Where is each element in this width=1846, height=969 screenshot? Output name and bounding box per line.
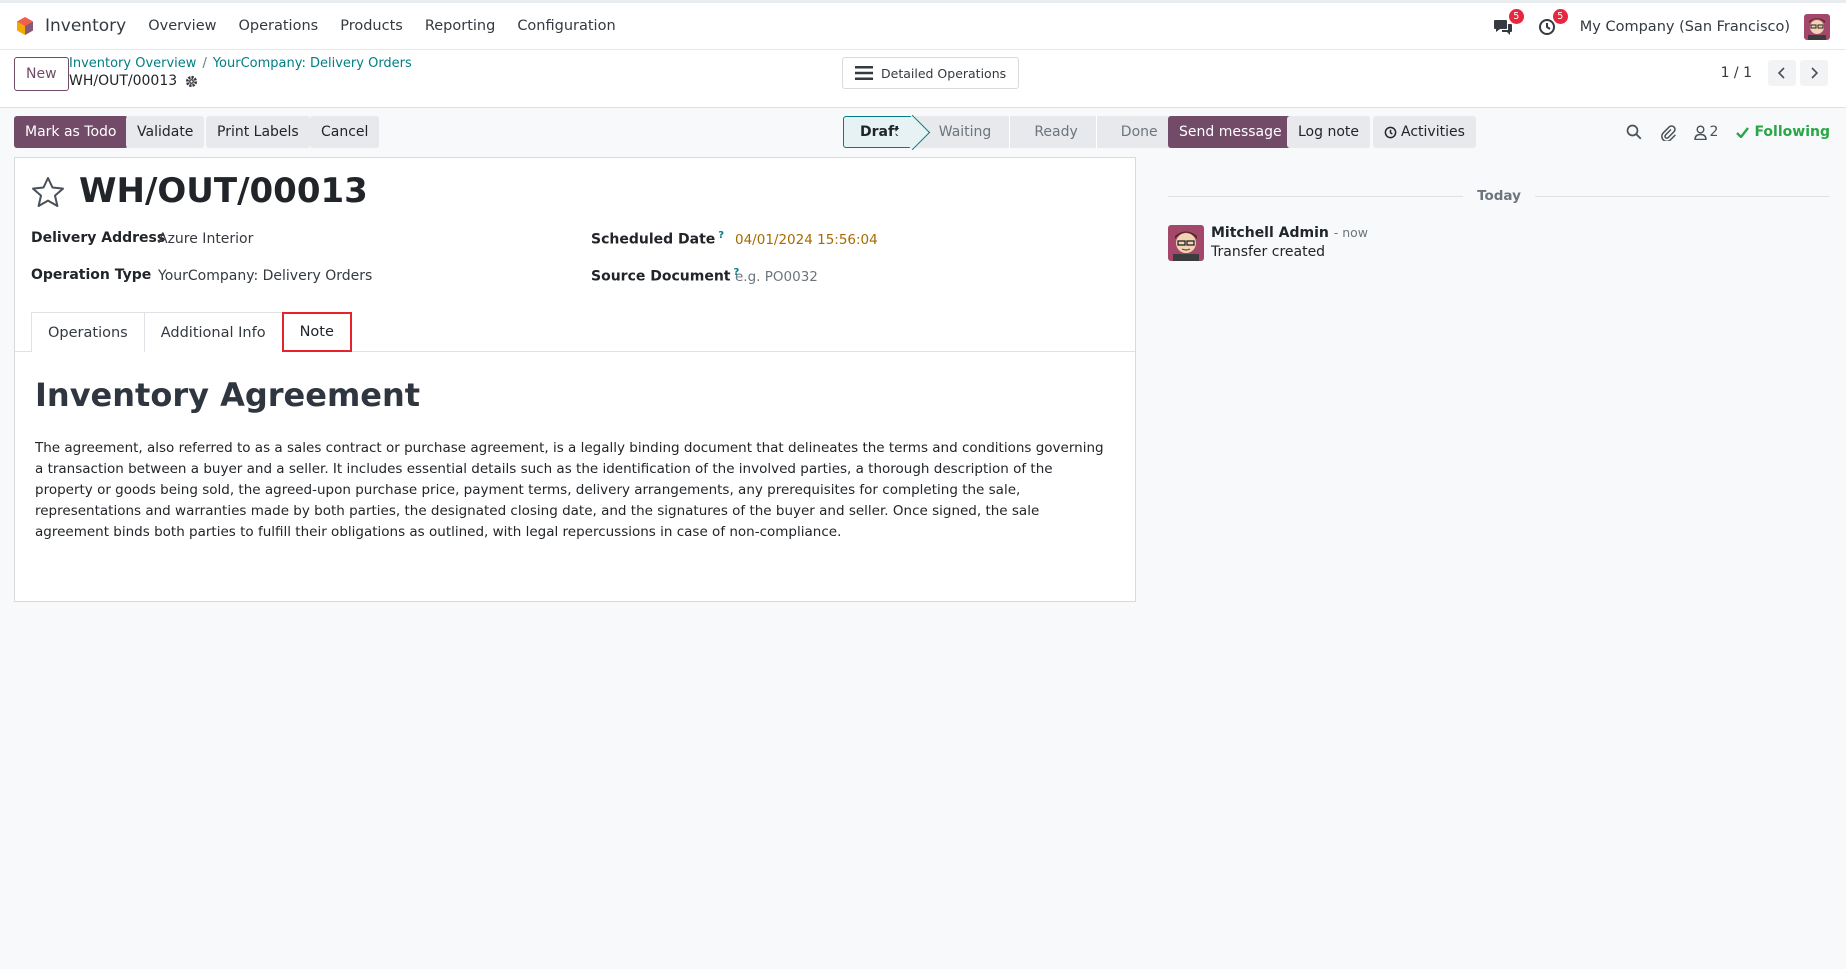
bars-icon bbox=[855, 66, 873, 80]
stage-draft[interactable]: Draft bbox=[843, 116, 914, 148]
menu-overview[interactable]: Overview bbox=[148, 18, 216, 34]
menu-operations[interactable]: Operations bbox=[238, 18, 318, 34]
stage-ready[interactable]: Ready bbox=[1009, 116, 1096, 148]
scheduled-date-label-text: Scheduled Date bbox=[591, 231, 716, 248]
chatter-toolbar: 2 Following bbox=[1608, 116, 1830, 148]
message-text: Transfer created bbox=[1211, 244, 1326, 260]
followers-count: 2 bbox=[1709, 124, 1719, 140]
delivery-address-field[interactable]: Azure Interior bbox=[158, 231, 253, 247]
activities-button[interactable]: 5 bbox=[1536, 8, 1568, 38]
breadcrumb: Inventory Overview / YourCompany: Delivery… bbox=[69, 56, 412, 71]
following-label: Following bbox=[1754, 124, 1830, 140]
main-menu: Overview Operations Products Reporting C… bbox=[148, 18, 637, 34]
menu-products[interactable]: Products bbox=[340, 18, 403, 34]
stage-waiting-label: Waiting bbox=[938, 124, 992, 140]
log-note-button[interactable]: Log note bbox=[1287, 116, 1370, 148]
chatter-message: Mitchell Admin - now Transfer created bbox=[1168, 225, 1368, 261]
pager-previous-button[interactable] bbox=[1768, 60, 1796, 86]
current-record-name: WH/OUT/00013 bbox=[69, 73, 178, 89]
print-labels-button[interactable]: Print Labels bbox=[206, 116, 310, 148]
stage-done[interactable]: Done bbox=[1095, 116, 1174, 148]
followers-button[interactable]: 2 bbox=[1693, 124, 1719, 140]
validate-button[interactable]: Validate bbox=[126, 116, 205, 148]
stage-ready-label: Ready bbox=[1034, 124, 1078, 140]
operation-type-label: Operation Type bbox=[31, 267, 152, 283]
pager: 1 / 1 bbox=[1721, 60, 1828, 86]
check-icon bbox=[1736, 126, 1750, 138]
detailed-operations-label: Detailed Operations bbox=[881, 65, 1007, 81]
activities-button[interactable]: Activities bbox=[1373, 116, 1476, 148]
breadcrumb-separator: / bbox=[202, 56, 207, 71]
user-avatar-image bbox=[1804, 13, 1830, 40]
stage-draft-label: Draft bbox=[860, 124, 901, 140]
note-heading: Inventory Agreement bbox=[35, 376, 421, 414]
source-document-input[interactable]: e.g. PO0032 bbox=[735, 269, 818, 285]
send-message-button[interactable]: Send message bbox=[1168, 116, 1293, 148]
tab-additional-info[interactable]: Additional Info bbox=[143, 312, 283, 352]
menu-configuration[interactable]: Configuration bbox=[517, 18, 615, 34]
cancel-button[interactable]: Cancel bbox=[310, 116, 380, 148]
tab-note[interactable]: Note bbox=[281, 312, 352, 352]
message-author[interactable]: Mitchell Admin bbox=[1211, 225, 1329, 241]
top-navbar: Inventory Overview Operations Products R… bbox=[0, 0, 1846, 50]
breadcrumb-current: WH/OUT/00013 bbox=[69, 73, 198, 89]
source-document-label: Source Document? bbox=[591, 267, 739, 285]
breadcrumb-delivery-orders[interactable]: YourCompany: Delivery Orders bbox=[213, 56, 412, 71]
scheduled-date-field[interactable]: 04/01/2024 15:56:04 bbox=[735, 232, 878, 248]
pager-value[interactable]: 1 / 1 bbox=[1721, 65, 1752, 81]
detailed-operations-button[interactable]: Detailed Operations bbox=[842, 57, 1020, 89]
mark-as-todo-button[interactable]: Mark as Todo bbox=[14, 116, 128, 148]
app-brand[interactable]: Inventory bbox=[15, 16, 126, 36]
date-separator: Today bbox=[1168, 186, 1831, 206]
chevron-right-icon bbox=[1811, 67, 1819, 79]
app-name: Inventory bbox=[45, 16, 127, 36]
activities-badge: 5 bbox=[1552, 8, 1568, 24]
operation-type-field[interactable]: YourCompany: Delivery Orders bbox=[158, 268, 372, 284]
help-icon[interactable]: ? bbox=[718, 230, 724, 241]
note-body[interactable]: The agreement, also referred to as a sal… bbox=[35, 438, 1105, 543]
chevron-left-icon bbox=[1777, 67, 1785, 79]
control-panel: New Inventory Overview / YourCompany: Deli… bbox=[0, 50, 1846, 108]
gear-icon[interactable] bbox=[185, 75, 198, 88]
message-time: - now bbox=[1333, 225, 1369, 240]
star-icon[interactable] bbox=[31, 176, 65, 212]
status-bar: Draft Waiting Ready Done bbox=[843, 116, 1174, 148]
form-sheet: WH/OUT/00013 Delivery Address Azure Inte… bbox=[14, 157, 1136, 602]
messages-badge: 5 bbox=[1508, 8, 1524, 24]
source-document-label-text: Source Document bbox=[591, 268, 731, 285]
messages-button[interactable]: 5 bbox=[1492, 8, 1524, 38]
paperclip-icon[interactable] bbox=[1660, 124, 1676, 141]
record-title: WH/OUT/00013 bbox=[79, 171, 368, 211]
new-button[interactable]: New bbox=[14, 57, 69, 91]
stage-done-label: Done bbox=[1120, 124, 1158, 140]
company-switcher[interactable]: My Company (San Francisco) bbox=[1580, 19, 1790, 35]
activities-label: Activities bbox=[1401, 124, 1465, 140]
search-icon[interactable] bbox=[1626, 124, 1642, 140]
following-button[interactable]: Following bbox=[1736, 124, 1830, 140]
menu-reporting[interactable]: Reporting bbox=[425, 18, 496, 34]
delivery-address-label: Delivery Address bbox=[31, 230, 166, 246]
message-body: Mitchell Admin - now Transfer created bbox=[1211, 225, 1368, 261]
message-header: Mitchell Admin - now bbox=[1211, 225, 1368, 241]
tab-operations[interactable]: Operations bbox=[31, 312, 145, 352]
notebook-tabs: Operations Additional Info Note bbox=[31, 312, 352, 352]
odoo-app-icon bbox=[17, 17, 33, 35]
scheduled-date-label: Scheduled Date? bbox=[591, 230, 724, 248]
clock-icon bbox=[1384, 126, 1397, 138]
systray: 5 5 My Company (San Francisco) bbox=[1492, 3, 1830, 50]
message-author-avatar[interactable] bbox=[1168, 225, 1204, 261]
breadcrumb-inventory-overview[interactable]: Inventory Overview bbox=[69, 56, 196, 71]
user-avatar[interactable] bbox=[1804, 13, 1830, 40]
pager-next-button[interactable] bbox=[1800, 60, 1828, 86]
date-separator-label: Today bbox=[1477, 188, 1521, 204]
user-icon bbox=[1693, 125, 1707, 140]
avatar-image bbox=[1168, 225, 1204, 261]
